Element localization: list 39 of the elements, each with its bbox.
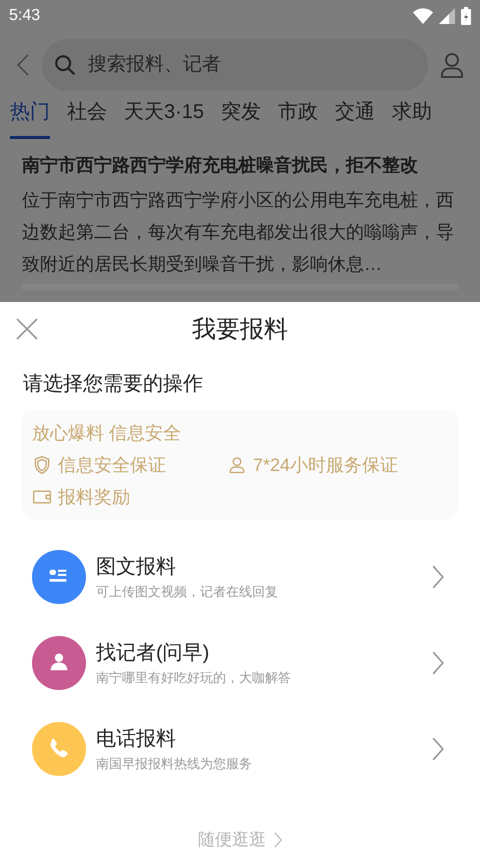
chevron-icon <box>274 832 282 848</box>
report-option[interactable]: 电话报料 南国早报报料热线为您服务 <box>0 706 480 792</box>
signal-icon <box>439 8 455 24</box>
status-time: 5:43 <box>9 6 40 26</box>
profile-icon[interactable] <box>440 52 464 78</box>
search-icon <box>54 54 76 76</box>
feature-label: 7*24小时服务保证 <box>253 454 398 477</box>
person-icon <box>227 455 247 475</box>
close-icon[interactable] <box>16 318 38 340</box>
promise-heading: 放心爆料 信息安全 <box>32 422 182 445</box>
chevron-icon <box>432 737 444 761</box>
chevron-icon <box>432 565 444 589</box>
sheet-title: 我要报料 <box>192 315 288 345</box>
feature-label: 信息安全保证 <box>58 454 166 477</box>
option-subtitle: 可上传图文视频，记者在线回复 <box>96 583 279 601</box>
battery-icon <box>461 7 471 25</box>
chevron-icon <box>432 651 444 675</box>
category-tab[interactable]: 突发 <box>221 97 262 139</box>
option-subtitle: 南国早报报料热线为您服务 <box>96 755 253 773</box>
option-title: 图文报料 <box>96 555 177 580</box>
feature-label: 报料奖励 <box>58 486 130 509</box>
article-summary: 位于南宁市西宁路西宁学府小区的公用电车充电桩，西边数起第二台，每次有车充电都发出很大的嗡嗡声，导致附近的居民长期受到噪音干扰，影响休息… <box>22 189 455 276</box>
wifi-icon <box>413 8 433 24</box>
option-subtitle: 南宁哪里有好吃好玩的，大咖解答 <box>96 669 292 687</box>
report-option[interactable]: 图文报料 可上传图文视频，记者在线回复 <box>0 534 480 620</box>
prompt-text: 请选择您需要的操作 <box>22 372 204 397</box>
category-tab[interactable]: 交通 <box>335 97 376 139</box>
category-tab[interactable]: 求助 <box>392 97 432 139</box>
article-title: 南宁市西宁路西宁学府充电桩噪音扰民，拒不整改 <box>22 154 419 177</box>
report-option[interactable]: 找记者(问早) 南宁哪里有好吃好玩的，大咖解答 <box>0 620 480 706</box>
option-title: 找记者(问早) <box>96 641 210 666</box>
back-icon[interactable] <box>16 52 30 76</box>
category-tab[interactable]: 天天3·15 <box>124 97 204 139</box>
option-title: 电话报料 <box>96 727 177 752</box>
shield-icon <box>32 455 52 475</box>
category-tab[interactable]: 热门 <box>10 97 50 139</box>
category-tab[interactable]: 社会 <box>67 97 107 139</box>
category-tab[interactable]: 市政 <box>278 97 318 139</box>
search-field[interactable]: 搜索报料、记者 <box>42 38 428 90</box>
